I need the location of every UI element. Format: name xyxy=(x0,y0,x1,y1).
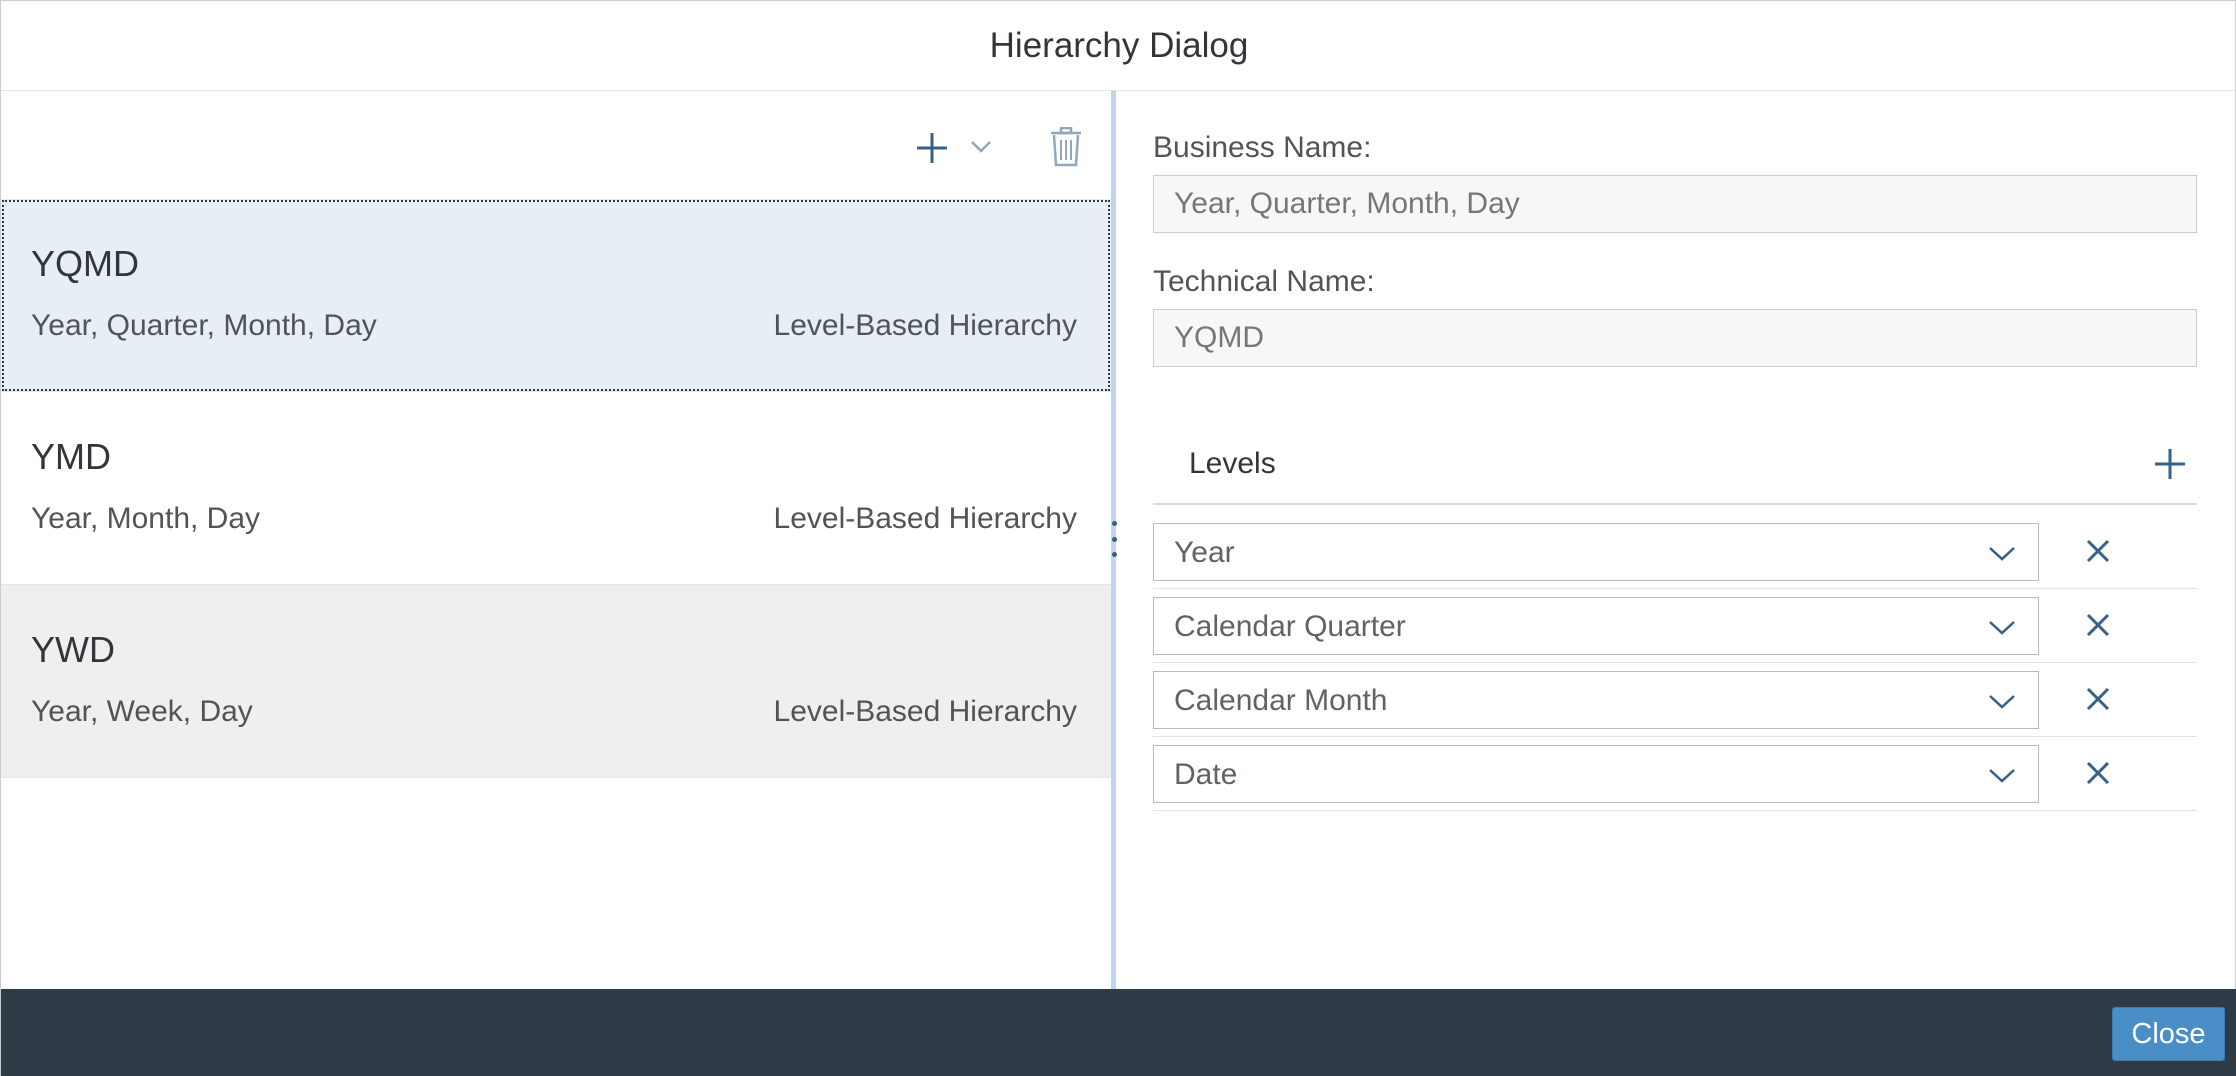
level-select[interactable]: Year xyxy=(1153,523,2039,581)
level-select[interactable]: Calendar Month xyxy=(1153,671,2039,729)
level-value: Year xyxy=(1174,536,1235,569)
add-level-button[interactable] xyxy=(2147,441,2193,487)
technical-name-label: Technical Name: xyxy=(1153,265,1375,298)
level-value: Calendar Quarter xyxy=(1174,610,1406,643)
hierarchy-description: Year, Month, Day xyxy=(31,502,261,535)
close-icon xyxy=(2086,539,2110,563)
levels-title: Levels xyxy=(1189,447,1276,480)
business-name-label: Business Name: xyxy=(1153,131,1372,164)
level-select[interactable]: Date xyxy=(1153,745,2039,803)
level-row: Date xyxy=(1153,737,2197,811)
list-toolbar xyxy=(1,91,1111,199)
add-options-dropdown[interactable] xyxy=(963,129,999,165)
list-item[interactable]: YWD Year, Week, Day Level-Based Hierarch… xyxy=(1,585,1111,778)
hierarchy-description: Year, Week, Day xyxy=(31,695,253,728)
levels-header: Levels xyxy=(1153,421,2197,505)
business-name-field[interactable] xyxy=(1153,175,2197,233)
list-item[interactable]: YMD Year, Month, Day Level-Based Hierarc… xyxy=(1,392,1111,585)
level-row: Calendar Month xyxy=(1153,663,2197,737)
hierarchy-type: Level-Based Hierarchy xyxy=(773,502,1077,535)
hierarchy-list: YQMD Year, Quarter, Month, Day Level-Bas… xyxy=(1,199,1111,778)
remove-level-button[interactable] xyxy=(2075,528,2121,574)
technical-name-field[interactable] xyxy=(1153,309,2197,367)
remove-level-button[interactable] xyxy=(2075,602,2121,648)
trash-icon xyxy=(1051,127,1081,167)
chevron-down-icon xyxy=(1986,688,2018,716)
chevron-down-icon xyxy=(1986,540,2018,568)
level-select[interactable]: Calendar Quarter xyxy=(1153,597,2039,655)
chevron-down-icon xyxy=(1986,762,2018,790)
add-hierarchy-button[interactable] xyxy=(907,123,957,173)
list-item[interactable]: YQMD Year, Quarter, Month, Day Level-Bas… xyxy=(1,199,1111,392)
hierarchy-details-pane: Business Name: Technical Name: Levels Ye… xyxy=(1116,91,2236,989)
hierarchy-dialog: Hierarchy Dialog YQMD Year, Quarter, Mon… xyxy=(0,0,2236,1076)
close-button[interactable]: Close xyxy=(2112,1007,2225,1061)
hierarchy-type: Level-Based Hierarchy xyxy=(773,309,1077,342)
level-value: Date xyxy=(1174,758,1238,791)
hierarchy-list-pane: YQMD Year, Quarter, Month, Day Level-Bas… xyxy=(1,91,1111,989)
plus-icon xyxy=(2155,449,2185,479)
dialog-footer: Close xyxy=(1,989,2236,1076)
dialog-title: Hierarchy Dialog xyxy=(989,25,1249,65)
close-icon xyxy=(2086,613,2110,637)
remove-level-button[interactable] xyxy=(2075,676,2121,722)
level-row: Calendar Quarter xyxy=(1153,589,2197,663)
hierarchy-type: Level-Based Hierarchy xyxy=(773,695,1077,728)
hierarchy-name: YWD xyxy=(31,629,115,670)
close-icon xyxy=(2086,687,2110,711)
level-row: Year xyxy=(1153,515,2197,589)
hierarchy-description: Year, Quarter, Month, Day xyxy=(31,309,377,342)
chevron-down-icon xyxy=(971,141,991,153)
plus-icon xyxy=(917,133,947,163)
close-icon xyxy=(2086,761,2110,785)
hierarchy-name: YMD xyxy=(31,436,111,477)
hierarchy-name: YQMD xyxy=(31,243,139,284)
dialog-header: Hierarchy Dialog xyxy=(1,1,2236,91)
remove-level-button[interactable] xyxy=(2075,750,2121,796)
level-value: Calendar Month xyxy=(1174,684,1388,717)
delete-hierarchy-button[interactable] xyxy=(1043,121,1089,173)
chevron-down-icon xyxy=(1986,614,2018,642)
